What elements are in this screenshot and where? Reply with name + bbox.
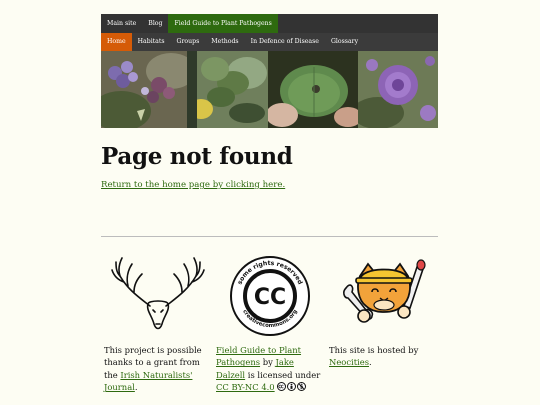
cc-seal-logo: some rights reserved creativecommons.org… — [229, 255, 311, 341]
hosting-credit: This site is hosted by Neocities. — [329, 344, 437, 369]
nav-main-site[interactable]: Main site — [101, 14, 142, 33]
top-nav: Main site Blog Field Guide to Plant Path… — [101, 14, 438, 33]
cc-seal-center-text: CC — [254, 285, 286, 310]
page-title: Page not found — [101, 143, 293, 170]
irish-naturalists-journal-link[interactable]: Irish Naturalists' Journal — [104, 370, 192, 392]
grant-period: . — [134, 382, 138, 393]
banner-photo-clover — [187, 51, 268, 128]
cc-license-icons: $ — [277, 382, 307, 392]
tab-groups[interactable]: Groups — [171, 33, 206, 51]
banner-photo-lupin — [101, 51, 187, 128]
nc-no-dollar-icon: $ — [297, 382, 307, 392]
tab-in-defence-of-disease[interactable]: In Defence of Disease — [245, 33, 325, 51]
tab-home[interactable]: Home — [101, 33, 132, 51]
banner-photo-leaf — [268, 51, 358, 128]
banner — [101, 51, 438, 128]
hosting-text: This site is hosted by — [329, 345, 419, 355]
grant-credit: This project is possible thanks to a gra… — [104, 344, 212, 394]
license-credit: Field Guide to Plant Pathogens by Jake D… — [216, 344, 324, 394]
tab-glossary[interactable]: Glossary — [325, 33, 364, 51]
nav-blog[interactable]: Blog — [142, 14, 168, 33]
neocities-cat-logo — [338, 258, 430, 338]
cc-icon — [277, 382, 287, 392]
home-link[interactable]: Return to the home page by clicking here… — [101, 180, 285, 190]
neocities-link[interactable]: Neocities — [329, 357, 369, 367]
by-person-icon — [287, 382, 297, 392]
footer-divider — [101, 236, 438, 237]
tab-methods[interactable]: Methods — [205, 33, 244, 51]
by-text: by — [262, 357, 273, 368]
hosting-period: . — [369, 357, 372, 368]
nav-field-guide[interactable]: Field Guide to Plant Pathogens — [168, 14, 278, 33]
banner-photo-scabious — [358, 51, 438, 128]
licensed-text: is licensed under — [247, 369, 321, 380]
sub-nav: Home Habitats Groups Methods In Defence … — [101, 33, 438, 51]
deer-antlers-logo — [110, 254, 206, 338]
tab-habitats[interactable]: Habitats — [132, 33, 171, 51]
cc-license-link[interactable]: CC BY-NC 4.0 — [216, 382, 275, 392]
